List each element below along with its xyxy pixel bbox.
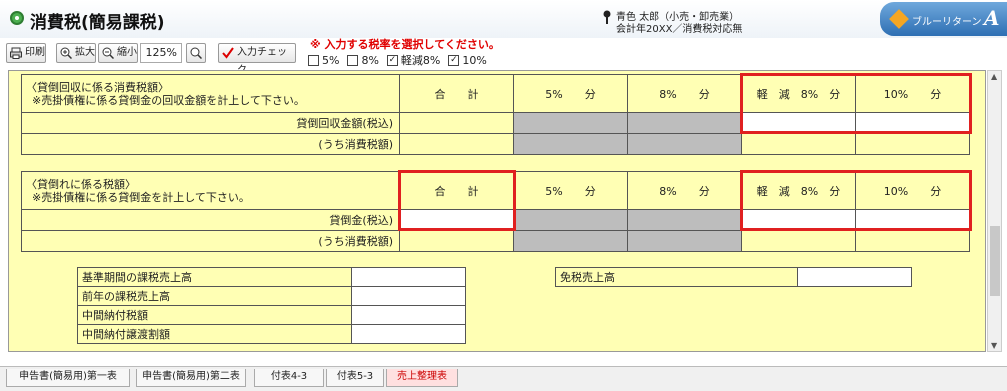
base-period-sales-input[interactable] — [351, 267, 466, 287]
bad-debt-recovery-table: 〈貸倒回収に係る消費税額〉 ※売掛債権に係る貸倒金の回収金額を計上して下さい。 合… — [21, 74, 970, 155]
sheet-tab-bar: 申告書(簡易用)第一表 申告書(簡易用)第二表 付表4-3 付表5-3 売上整理… — [0, 366, 1007, 391]
disabled-cell — [513, 209, 628, 231]
checkbox-8[interactable] — [347, 54, 359, 66]
tab-appendix-4-3[interactable]: 付表4-3 — [254, 369, 324, 387]
row-label: 中間納付譲渡割額 — [77, 324, 352, 344]
column-header-5: 5% 分 — [513, 171, 628, 210]
tax-cell — [855, 230, 970, 252]
disabled-cell — [627, 230, 742, 252]
total-cell — [399, 133, 514, 155]
row-label: (うち消費税額) — [21, 133, 400, 155]
scroll-up-icon[interactable]: ▲ — [991, 72, 997, 81]
interim-tax-input[interactable] — [351, 305, 466, 325]
exempt-sales-input[interactable] — [797, 267, 912, 287]
tab-appendix-5-3[interactable]: 付表5-3 — [326, 369, 384, 387]
disabled-cell — [627, 133, 742, 155]
section-header: 〈貸倒回収に係る消費税額〉 ※売掛債権に係る貸倒金の回収金額を計上して下さい。 — [21, 74, 400, 113]
scroll-down-icon[interactable]: ▼ — [991, 341, 997, 350]
page-title: 消費税(簡易課税) — [30, 13, 165, 33]
zoom-out-icon — [102, 47, 114, 59]
scroll-thumb[interactable] — [990, 226, 1000, 296]
exempt-sales-table: 免税売上高 — [555, 267, 912, 287]
zoom-out-button[interactable]: 縮小 — [98, 43, 138, 63]
checkbox-5[interactable] — [308, 54, 319, 66]
row-label: 免税売上高 — [555, 267, 798, 287]
section-header: 〈貸倒れに係る税額〉 ※売掛債権に係る貸倒金を計上して下さい。 — [21, 171, 400, 210]
tab-return-form-2[interactable]: 申告書(簡易用)第二表 — [136, 369, 246, 387]
column-header-10: 10% 分 — [855, 171, 970, 210]
disabled-cell — [513, 230, 628, 252]
row-label: 貸倒金(税込) — [21, 209, 400, 231]
tax-cell — [855, 133, 970, 155]
printer-icon — [10, 47, 22, 59]
zoom-level-field[interactable]: 125% — [140, 43, 182, 63]
checkbox-reduced-8[interactable]: ✓ — [386, 54, 398, 66]
row-label: 貸倒回収金額(税込) — [21, 112, 400, 134]
tab-sales-summary[interactable]: 売上整理表 — [386, 369, 458, 387]
interim-transfer-input[interactable] — [351, 324, 466, 344]
input-check-button[interactable]: 入力チェック — [218, 43, 296, 76]
tab-return-form-1[interactable]: 申告書(簡易用)第一表 — [6, 369, 130, 387]
tax-cell — [741, 133, 856, 155]
prior-year-sales-input[interactable] — [351, 286, 466, 306]
row-label: 基準期間の課税売上高 — [77, 267, 352, 287]
recovery-10-input[interactable] — [855, 112, 970, 134]
rate-option-5[interactable]: 5% — [308, 52, 339, 68]
recovery-reduced-8-input[interactable] — [741, 112, 856, 134]
bad-debt-reduced-8-input[interactable] — [741, 209, 856, 231]
column-header-total: 合 計 — [399, 74, 514, 113]
status-dot-icon — [10, 11, 24, 25]
checkmark-icon — [222, 47, 234, 59]
zoom-fit-button[interactable] — [186, 43, 206, 63]
fiscal-year-info: 会計年20XX／消費税対応無 — [616, 24, 743, 35]
form-content: 〈貸倒回収に係る消費税額〉 ※売掛債権に係る貸倒金の回収金額を計上して下さい。 合… — [8, 70, 986, 352]
total-cell — [399, 230, 514, 252]
bad-debt-total-input[interactable] — [399, 209, 514, 231]
rate-checkbox-group: 5% 8% ✓ 軽減8% ✓ 10% — [308, 52, 487, 68]
zoom-fit-icon — [190, 47, 202, 59]
print-button[interactable]: 印刷 — [6, 43, 46, 63]
row-label: 中間納付税額 — [77, 305, 352, 325]
row-label: 前年の課税売上高 — [77, 286, 352, 306]
column-header-reduced-8: 軽 減 8% 分 — [741, 171, 856, 210]
disabled-cell — [627, 209, 742, 231]
bad-debt-table: 〈貸倒れに係る税額〉 ※売掛債権に係る貸倒金を計上して下さい。 合 計 5% 分 … — [21, 171, 970, 252]
column-header-5: 5% 分 — [513, 74, 628, 113]
disabled-cell — [627, 112, 742, 134]
total-cell — [399, 112, 514, 134]
disabled-cell — [513, 133, 628, 155]
rate-option-10[interactable]: ✓ 10% — [448, 52, 487, 68]
column-header-total: 合 計 — [399, 171, 514, 210]
checkbox-10[interactable]: ✓ — [448, 54, 460, 66]
column-header-8: 8% 分 — [627, 171, 742, 210]
sales-summary-table: 基準期間の課税売上高 前年の課税売上高 中間納付税額 中間納付譲渡割額 — [77, 267, 466, 344]
column-header-8: 8% 分 — [627, 74, 742, 113]
vertical-scrollbar[interactable]: ▲ ▼ — [987, 70, 1002, 352]
rate-option-8[interactable]: 8% — [347, 52, 379, 68]
column-header-10: 10% 分 — [855, 74, 970, 113]
disabled-cell — [513, 112, 628, 134]
rate-option-reduced-8[interactable]: ✓ 軽減8% — [386, 52, 440, 68]
zoom-in-icon — [60, 47, 72, 59]
app-logo: ブルーリターン A — [880, 2, 1007, 36]
column-header-reduced-8: 軽 減 8% 分 — [741, 74, 856, 113]
user-key-icon — [603, 10, 611, 24]
logo-diamond-icon — [889, 9, 909, 29]
tax-cell — [741, 230, 856, 252]
title-bar: 消費税(簡易課税) 青色 太郎（小売・卸売業） 会計年20XX／消費税対応無 ブ… — [0, 0, 1007, 38]
row-label: (うち消費税額) — [21, 230, 400, 252]
zoom-in-button[interactable]: 拡大 — [56, 43, 96, 63]
rate-select-prompt: ※ 入力する税率を選択してください。 — [310, 38, 500, 51]
bad-debt-10-input[interactable] — [855, 209, 970, 231]
